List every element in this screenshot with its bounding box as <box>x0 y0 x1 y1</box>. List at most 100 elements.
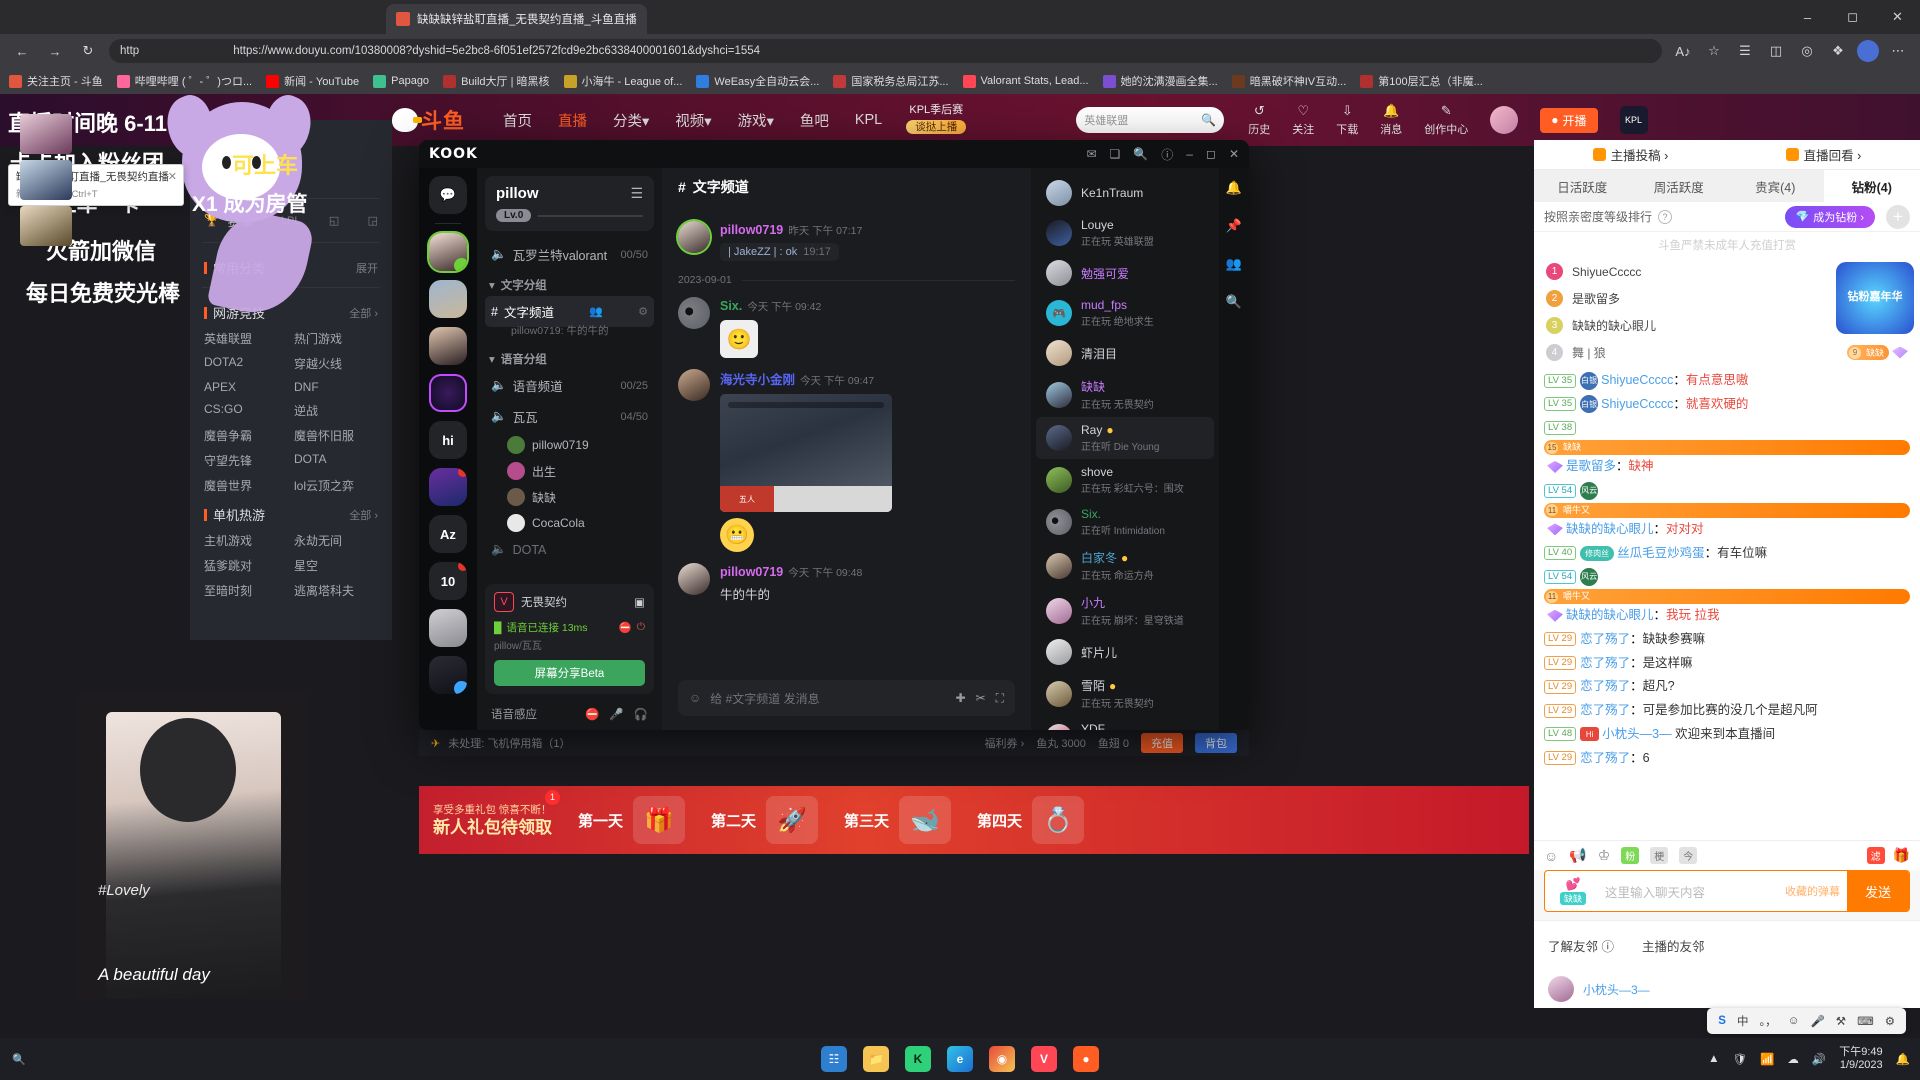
danmaku-nick[interactable]: 恋了殇了 <box>1580 632 1630 646</box>
search-icon[interactable]: 🔍 <box>1226 294 1242 310</box>
become-diamond-fan-button[interactable]: 💎 成为钻粉 › <box>1784 205 1875 228</box>
left-thumb-1[interactable] <box>20 114 72 154</box>
maximize-button[interactable]: ◻ <box>1830 0 1875 34</box>
bookmark-item[interactable]: 小海牛 - League of... <box>563 73 682 89</box>
minimize-button[interactable]: – <box>1785 0 1830 34</box>
header-history[interactable]: ↺ 历史 <box>1248 103 1270 137</box>
bookmark-item[interactable]: Build大厅 | 暗黑核 <box>443 73 550 89</box>
notification-icon[interactable]: 🔔 <box>1896 1052 1910 1066</box>
announce-icon[interactable]: 📢 <box>1569 847 1586 864</box>
cloud-icon[interactable]: ☁ <box>1787 1052 1799 1066</box>
message-image[interactable]: 五人 <box>720 394 892 512</box>
browser-tab[interactable]: 缺缺缺锌盐耵直播_无畏契约直播_斗鱼直播 <box>386 4 647 34</box>
address-bar[interactable]: http https://www.douyu.com/10380008?dysh… <box>109 39 1662 63</box>
nav-item-home[interactable]: 首页 <box>503 110 532 131</box>
channel-group-voice[interactable]: ▾ 语音分组 <box>485 344 654 370</box>
maximize-icon[interactable]: ◻ <box>1206 147 1216 161</box>
server-icon-hi[interactable]: hi <box>429 421 467 459</box>
header-follow[interactable]: ♡ 关注 <box>1292 103 1314 137</box>
server-icon-az[interactable]: Az <box>429 515 467 553</box>
close-icon[interactable]: ✕ <box>168 170 177 183</box>
anchor-friend-label[interactable]: 主播的友邻 <box>1642 936 1705 955</box>
danmaku-nick[interactable]: 是歌留多 <box>1566 459 1616 473</box>
carnival-badge[interactable]: 钻粉嘉年华 <box>1836 262 1914 334</box>
meme-icon[interactable]: 梗 <box>1650 847 1669 864</box>
danmaku-nick[interactable]: 缺缺的缺心眼儿 <box>1566 522 1654 536</box>
help-icon[interactable]: ⓘ <box>1161 146 1173 163</box>
member-row[interactable]: YDF正在玩 无畏契约 <box>1036 716 1214 730</box>
server-icon-6[interactable] <box>429 468 467 506</box>
server-icon-10b[interactable] <box>429 656 467 694</box>
pin-icon[interactable]: 📌 <box>1226 218 1242 234</box>
game-item[interactable]: 猛爹跳对 <box>204 557 288 574</box>
settings-icon[interactable]: ⚙ <box>1885 1014 1895 1028</box>
game-item[interactable]: 至暗时刻 <box>204 582 288 599</box>
cut-icon[interactable]: ✂ <box>976 691 986 706</box>
friend-user-row[interactable]: 小枕头—3— <box>1534 970 1920 1008</box>
message-author[interactable]: Six. <box>720 299 742 313</box>
danmaku-nick[interactable]: ShiyueCcccc <box>1601 397 1673 411</box>
keyboard-icon[interactable]: ⌨ <box>1857 1014 1874 1028</box>
gift-icon[interactable]: 🎁 <box>1893 847 1910 864</box>
voice-user[interactable]: 缺缺 <box>485 484 654 510</box>
settings-icon[interactable]: ⋯ <box>1886 39 1910 63</box>
friend-info-label[interactable]: 了解友邻 ⓘ <box>1548 936 1614 955</box>
game-item[interactable]: 逆战 <box>294 402 378 419</box>
nav-item-video[interactable]: 视频▾ <box>675 110 711 131</box>
left-thumb-2[interactable] <box>20 160 72 200</box>
danmaku-nick[interactable]: 恋了殇了 <box>1580 703 1630 717</box>
fan-icon[interactable]: 粉 <box>1621 847 1640 864</box>
bookmark-item[interactable]: 暗黑破坏神IV互动... <box>1231 73 1346 89</box>
bell-icon[interactable]: 🔔 <box>1226 180 1242 196</box>
douyu-logo[interactable]: 斗鱼 <box>392 105 465 135</box>
kook-message-input[interactable]: ☺ 给 #文字频道 发消息 ✚ ✂ ⛶ <box>678 680 1015 716</box>
left-thumb-3[interactable] <box>20 206 72 246</box>
channel-group-text[interactable]: ▾ 文字分组 <box>485 270 654 296</box>
window-controls[interactable]: – ◻ ✕ <box>1785 0 1920 34</box>
profile-avatar[interactable] <box>1857 40 1879 62</box>
read-aloud-icon[interactable]: A♪ <box>1671 39 1695 63</box>
gift-icon[interactable]: ❏ <box>1110 147 1121 161</box>
help-icon[interactable]: ? <box>1658 209 1673 224</box>
replay-link[interactable]: 直播回看 › <box>1785 145 1861 164</box>
channel-voice-valorant[interactable]: 🔈 瓦罗兰特valorant 00/50 <box>485 239 654 270</box>
kook-guild-header[interactable]: pillow ☰ Lv.0 <box>485 176 654 231</box>
chat-input-row[interactable]: 💕 缺缺 这里输入聊天内容 收藏的弹幕 发送 <box>1544 870 1910 912</box>
ime-mode[interactable]: 中 <box>1737 1013 1749 1029</box>
game-item[interactable]: 星空 <box>294 557 378 574</box>
danmaku-nick[interactable]: 小枕头—3— <box>1602 727 1671 741</box>
online-more[interactable]: 全部 › <box>349 305 378 321</box>
inbox-icon[interactable]: ✉ <box>1086 147 1096 161</box>
avatar[interactable] <box>678 297 710 329</box>
game-item[interactable]: 魔兽争霸 <box>204 427 288 444</box>
message-author[interactable]: 海光寺小金刚 <box>720 373 795 387</box>
back-icon[interactable]: ← <box>10 39 34 63</box>
game-item[interactable]: DOTA <box>294 452 378 469</box>
invite-icon[interactable]: 👥 <box>589 305 603 318</box>
single-more[interactable]: 全部 › <box>349 507 378 523</box>
game-item[interactable]: 英雄联盟 <box>204 330 288 347</box>
ring-icon[interactable]: 💍 <box>1032 796 1085 844</box>
danmaku-nick[interactable]: ShiyueCcccc <box>1601 373 1673 387</box>
ime-punct[interactable]: 。， <box>1759 1013 1776 1029</box>
forward-icon[interactable]: → <box>43 39 67 63</box>
guild-menu-icon[interactable]: ☰ <box>630 185 643 202</box>
search-input[interactable]: 英雄联盟 🔍 <box>1076 107 1225 133</box>
rocket-icon[interactable]: 🚀 <box>766 796 819 844</box>
game-item[interactable]: DNF <box>294 380 378 394</box>
bookmark-item[interactable]: 国家税务总局江苏... <box>833 73 949 89</box>
member-row-selected[interactable]: Ray ● 正在听 Die Young <box>1036 417 1214 459</box>
mute-icon[interactable]: ⛔ <box>619 621 632 634</box>
network-icon[interactable]: 📶 <box>1760 1052 1774 1066</box>
bookmark-item[interactable]: Papago <box>373 74 429 88</box>
recharge-button[interactable]: 充值 <box>1141 733 1183 753</box>
mic-icon[interactable]: 🎤 <box>1810 1014 1824 1028</box>
kook-icon[interactable]: K <box>905 1046 931 1072</box>
game-item[interactable]: lol云顶之弈 <box>294 477 378 494</box>
danmaku-nick[interactable]: 恋了殇了 <box>1580 751 1630 765</box>
today-icon[interactable]: 今 <box>1679 847 1698 864</box>
chevron-up-icon[interactable]: ▲ <box>1708 1053 1719 1065</box>
user-avatar[interactable] <box>1490 106 1519 134</box>
search-icon[interactable]: 🔍 <box>12 1053 26 1066</box>
voice-user[interactable]: pillow0719 <box>485 432 654 458</box>
